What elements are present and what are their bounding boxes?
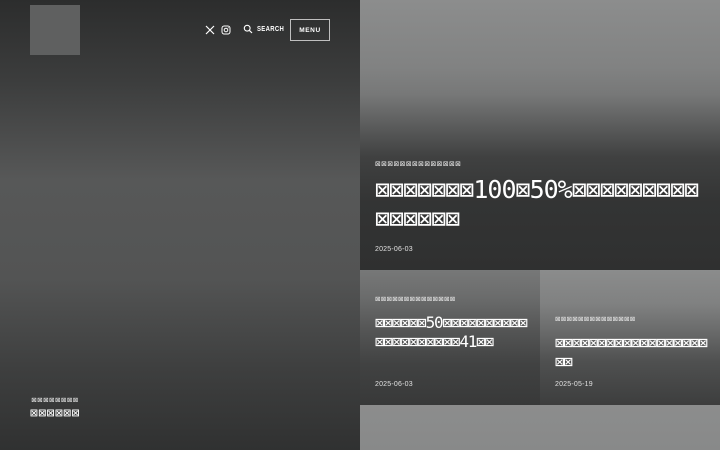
hero-panel[interactable]: ⊠⊠⊠⊠⊠⊠⊠⊠ ⊠⊠⊠⊠⊠⊠ (0, 0, 360, 450)
search-icon (243, 24, 253, 34)
article-title[interactable]: ⊠⊠⊠⊠⊠⊠⊠100⊠50%⊠⊠⊠⊠⊠⊠⊠⊠⊠⊠⊠⊠⊠⊠⊠ (375, 175, 710, 233)
site-logo[interactable] (30, 5, 80, 55)
hero-title: ⊠⊠⊠⊠⊠⊠ (30, 406, 80, 421)
hero-subtitle: ⊠⊠⊠⊠⊠⊠⊠⊠ (31, 396, 79, 404)
search-button[interactable]: SEARCH (243, 24, 289, 34)
article-date: 2025-06-03 (375, 381, 413, 388)
search-label: SEARCH (257, 25, 285, 33)
instagram-icon[interactable] (221, 25, 231, 35)
article-date: 2025-06-03 (375, 246, 413, 253)
hero-caption: ⊠⊠⊠⊠⊠⊠⊠⊠ ⊠⊠⊠⊠⊠⊠ (30, 396, 80, 421)
menu-button[interactable]: MENU (290, 19, 330, 41)
x-icon[interactable] (205, 25, 215, 35)
article-card[interactable]: ⊠⊠⊠⊠⊠⊠⊠⊠⊠⊠⊠⊠⊠⊠ ⊠⊠⊠⊠⊠⊠50⊠⊠⊠⊠⊠⊠⊠⊠⊠⊠⊠⊠⊠⊠⊠⊠⊠… (360, 270, 540, 405)
article-category: ⊠⊠⊠⊠⊠⊠⊠⊠⊠⊠⊠⊠⊠⊠ (555, 315, 636, 323)
article-date: 2025-05-19 (555, 381, 593, 388)
article-card[interactable]: ⊠⊠⊠⊠⊠⊠⊠⊠⊠⊠⊠⊠⊠⊠ ⊠⊠⊠⊠⊠⊠⊠⊠⊠⊠⊠⊠⊠⊠⊠⊠⊠⊠⊠⊠ 2025… (540, 270, 720, 405)
social-links (205, 25, 231, 35)
article-card-image[interactable] (360, 405, 720, 450)
article-title[interactable]: ⊠⊠⊠⊠⊠⊠⊠⊠⊠⊠⊠⊠⊠⊠⊠⊠⊠⊠⊠⊠ (555, 333, 713, 371)
article-title[interactable]: ⊠⊠⊠⊠⊠⊠50⊠⊠⊠⊠⊠⊠⊠⊠⊠⊠⊠⊠⊠⊠⊠⊠⊠⊠⊠⊠41⊠⊠ (375, 313, 533, 351)
article-category: ⊠⊠⊠⊠⊠⊠⊠⊠⊠⊠⊠⊠⊠⊠ (375, 295, 456, 303)
article-card[interactable]: ⊠⊠⊠⊠⊠⊠⊠⊠⊠⊠⊠⊠⊠⊠ ⊠⊠⊠⊠⊠⊠⊠100⊠50%⊠⊠⊠⊠⊠⊠⊠⊠⊠⊠⊠… (360, 0, 720, 270)
article-category: ⊠⊠⊠⊠⊠⊠⊠⊠⊠⊠⊠⊠⊠⊠ (375, 160, 462, 168)
